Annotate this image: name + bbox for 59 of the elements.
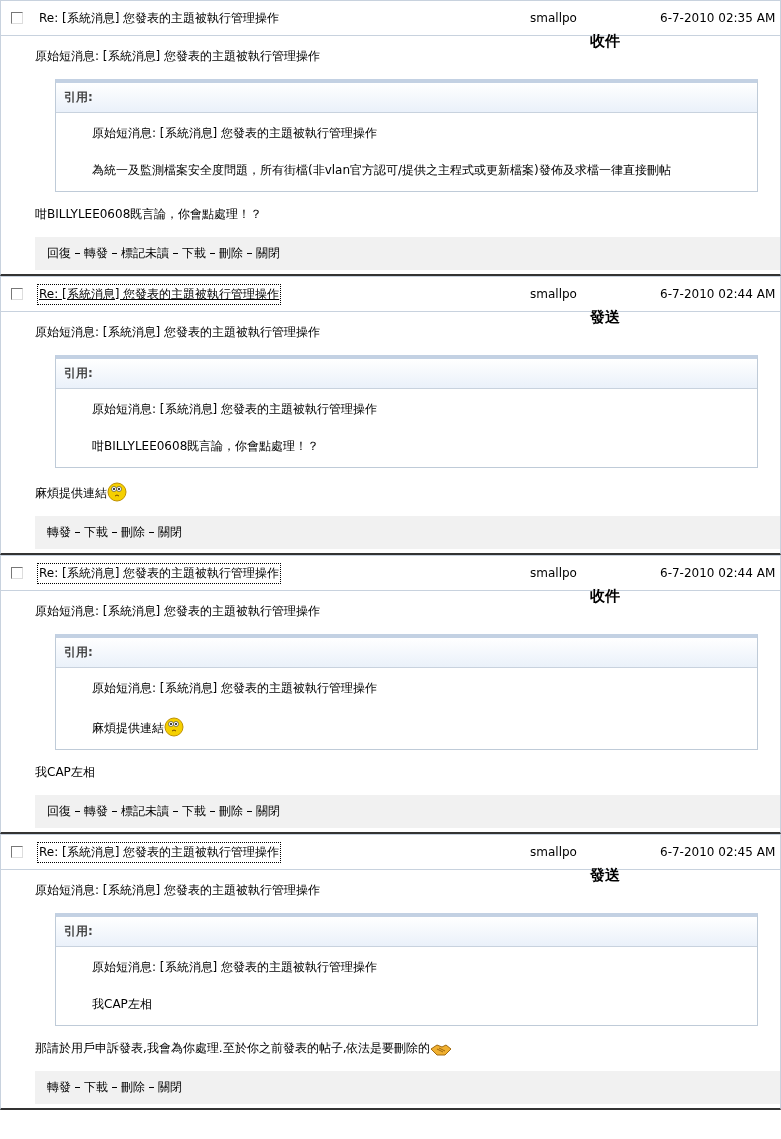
message-date: 6-7-2010 02:44 AM [660,287,777,301]
original-message-line: 原始短消息: [系統消息] 您發表的主題被執行管理操作 [35,324,322,341]
checkbox[interactable] [11,12,23,24]
action-link[interactable]: 轉發 [84,803,108,820]
quote-text: 原始短消息: [系統消息] 您發表的主題被執行管理操作 [92,959,378,976]
action-link[interactable]: 刪除 [121,1079,145,1096]
action-link[interactable]: 刪除 [219,803,243,820]
message-date: 6-7-2010 02:45 AM [660,845,777,859]
message-date: 6-7-2010 02:44 AM [660,566,777,580]
folder-label: 發送 [590,866,620,885]
folder-label: 收件 [590,32,620,51]
action-link[interactable]: 關閉 [158,1079,182,1096]
action-link[interactable]: 轉發 [84,245,108,262]
action-link[interactable]: 下載 [84,1079,108,1096]
action-link[interactable]: 下載 [182,803,206,820]
quote-text: 我CAP左相 [92,996,152,1013]
original-message-line: 原始短消息: [系統消息] 您發表的主題被執行管理操作 [35,882,322,899]
quote-text: 原始短消息: [系統消息] 您發表的主題被執行管理操作 [92,680,378,697]
confused-face-icon [107,482,127,502]
action-link[interactable]: 下載 [84,524,108,541]
message-text: 咁BILLYLEE0608既言論，你會點處理！？ [35,206,263,223]
checkbox[interactable] [11,567,23,579]
action-link[interactable]: 回復 [47,245,71,262]
action-link[interactable]: 標記未讀 [121,803,169,820]
action-link[interactable]: 轉發 [47,1079,71,1096]
quote-text: 原始短消息: [系統消息] 您發表的主題被執行管理操作 [92,125,378,142]
action-link[interactable]: 回復 [47,803,71,820]
action-link[interactable]: 標記未讀 [121,245,169,262]
action-link[interactable]: 關閉 [256,245,280,262]
action-link[interactable]: 轉發 [47,524,71,541]
sender-name: smallpo [530,566,578,580]
original-message-line: 原始短消息: [系統消息] 您發表的主題被執行管理操作 [35,603,322,620]
subject-link[interactable]: Re: [系統消息] 您發表的主題被執行管理操作 [37,841,282,863]
subject-link[interactable]: Re: [系統消息] 您發表的主題被執行管理操作 [37,562,282,584]
action-link[interactable]: 關閉 [158,524,182,541]
sender-name: smallpo [530,287,578,301]
subject-link[interactable]: Re: [系統消息] 您發表的主題被執行管理操作 [37,7,282,29]
action-link[interactable]: 刪除 [219,245,243,262]
confused-face-icon [164,717,184,737]
folder-label: 收件 [590,587,620,606]
quote-text: 為統一及監測檔案安全度問題，所有街檔(非vlan官方認可/提供之主程式或更新檔案)發佈及求檔一律直接刪帖 [92,162,671,179]
quote-text: 原始短消息: [系統消息] 您發表的主題被執行管理操作 [92,401,378,418]
handshake-icon [430,1043,453,1057]
action-link[interactable]: 刪除 [121,524,145,541]
sender-name: smallpo [530,11,578,25]
action-link[interactable]: 關閉 [256,803,280,820]
message-text: 那請於用戶申訴發表,我會為你處理.至於你之前發表的帖子,依法是要刪除的 [35,1040,431,1057]
folder-label: 發送 [590,308,620,327]
checkbox[interactable] [11,846,23,858]
message-text: 麻煩提供連結 [35,485,107,502]
sender-name: smallpo [530,845,578,859]
subject-link[interactable]: Re: [系統消息] 您發表的主題被執行管理操作 [37,283,282,305]
original-message-line: 原始短消息: [系統消息] 您發表的主題被執行管理操作 [35,48,322,65]
checkbox[interactable] [11,288,23,300]
message-date: 6-7-2010 02:35 AM [660,11,777,25]
action-link[interactable]: 下載 [182,245,206,262]
message-text: 我CAP左相 [35,764,95,781]
quote-text: 咁BILLYLEE0608既言論，你會點處理！？ [92,438,320,455]
quote-text: 麻煩提供連結 [92,720,164,737]
